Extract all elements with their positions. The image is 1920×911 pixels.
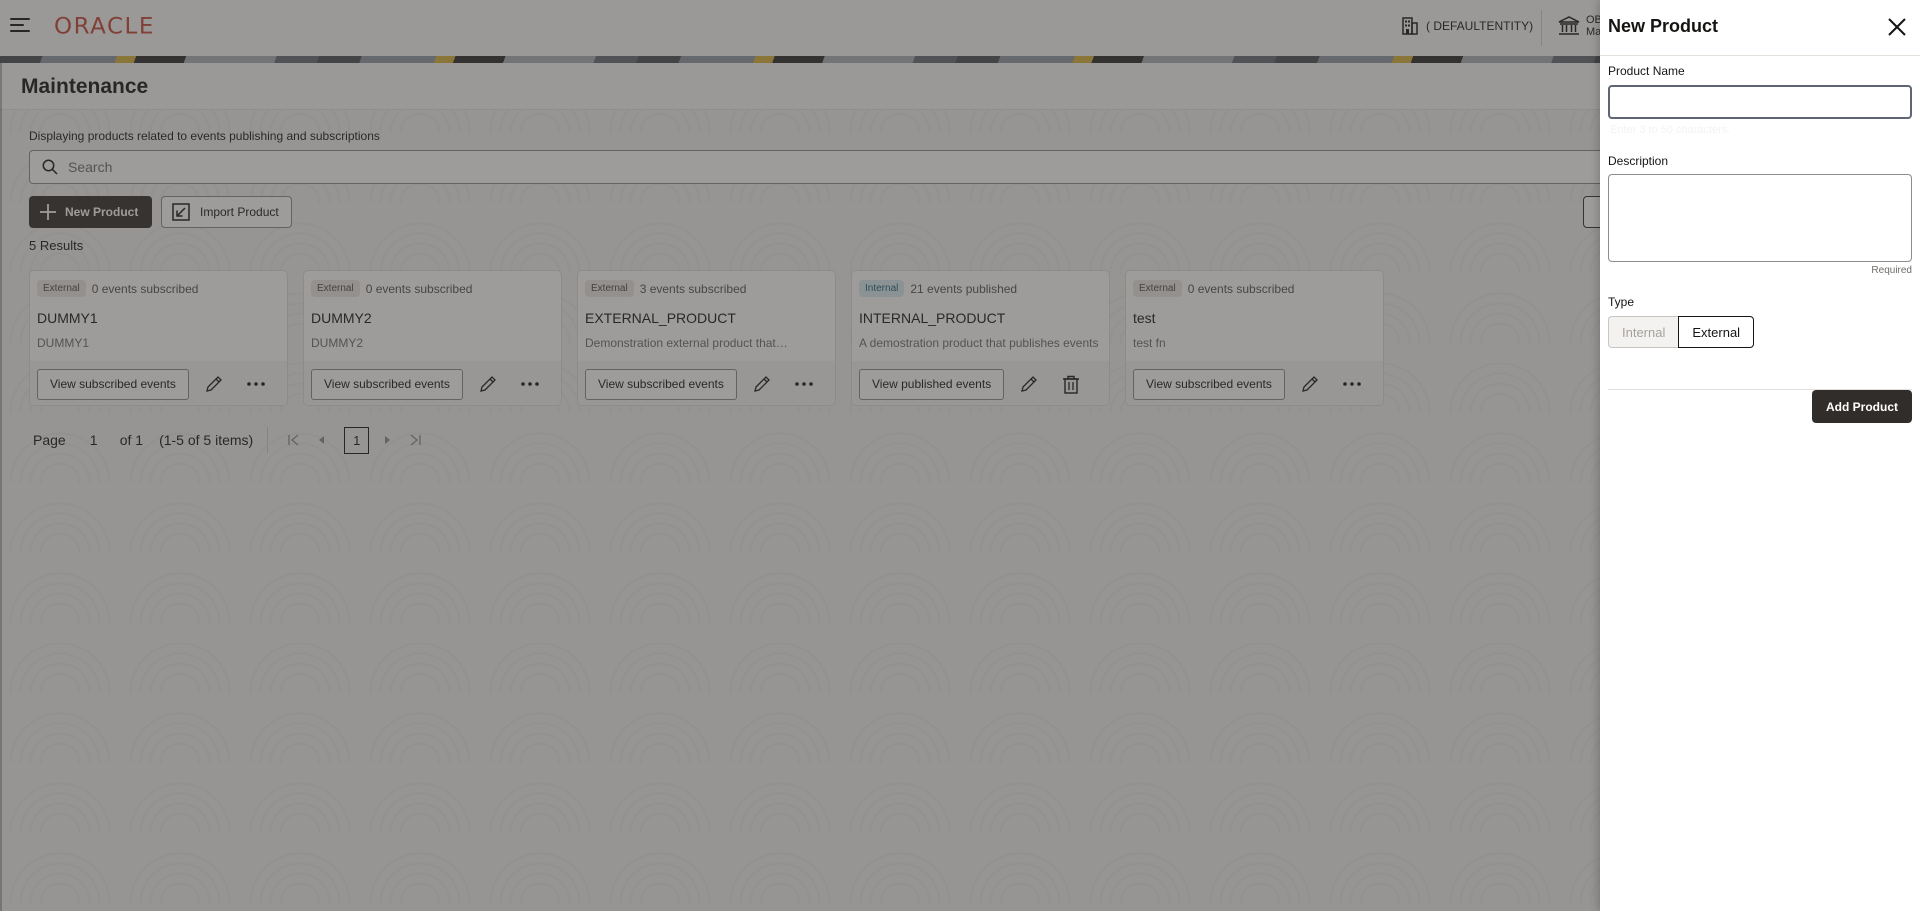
close-icon[interactable] (1884, 14, 1910, 40)
add-product-button[interactable]: Add Product (1812, 390, 1912, 423)
drawer-title: New Product (1608, 16, 1719, 36)
product-name-input[interactable] (1608, 85, 1912, 119)
overlay-edge (0, 63, 2, 911)
type-toggle: Internal External (1608, 316, 1755, 348)
description-label: Description (1608, 154, 1669, 168)
type-label: Type (1608, 295, 1635, 309)
required-hint: Required (1871, 265, 1912, 276)
product-name-label: Product Name (1608, 64, 1685, 78)
type-option-internal[interactable]: Internal (1608, 316, 1679, 348)
new-product-drawer: New Product Product Name Enter 3 to 50 c… (1600, 0, 1920, 911)
drawer-header: New Product (1600, 0, 1920, 56)
modal-overlay[interactable] (0, 0, 1600, 911)
product-name-helper: Enter 3 to 50 characters. (1610, 124, 1731, 136)
description-textarea[interactable] (1608, 174, 1912, 262)
type-option-external[interactable]: External (1678, 316, 1755, 348)
